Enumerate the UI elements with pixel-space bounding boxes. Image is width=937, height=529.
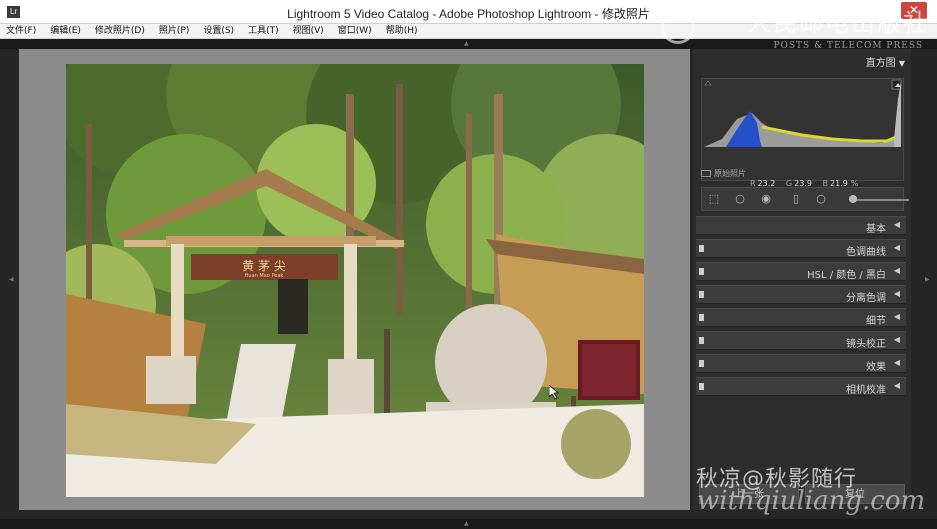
menu-item[interactable]: 修改照片(D) [93,24,147,38]
panel-section-header[interactable]: 镜头校正 ◀ [696,331,906,350]
panel-switch-icon[interactable] [699,291,704,298]
collapse-left-icon[interactable]: ◀ [9,275,14,285]
shadow-clipping-icon [704,80,712,86]
brush-slider-knob[interactable] [849,195,857,203]
publisher-watermark: 人民邮电出版社 [747,9,929,37]
sign-chinese-text: 黄 茅 尖 [242,259,286,273]
brush-slider-track[interactable] [855,199,909,201]
graduated-filter-icon[interactable]: ▯ [790,193,802,205]
expand-arrow-icon[interactable]: ◀ [894,220,900,229]
collapse-arrow-icon: ▼ [898,59,905,68]
tool-strip: ⬚ ○ ◉ ▯ ○ [701,187,909,211]
menu-item[interactable]: 文件(F) [4,24,38,38]
sign-pinyin-text: Huan Mao Peak [245,273,284,279]
menu-item[interactable]: 窗口(W) [336,24,374,38]
mouse-cursor [549,385,559,400]
expand-arrow-icon[interactable]: ◀ [894,335,900,344]
panel-section-header[interactable]: 基本 ◀ [696,216,906,235]
expand-arrow-icon[interactable]: ◀ [894,266,900,275]
crop-tool-icon[interactable]: ⬚ [708,193,720,205]
panel-switch-icon[interactable] [699,383,704,390]
collapse-top-icon[interactable]: ▲ [464,39,469,49]
panel-section-header[interactable]: 色调曲线 ◀ [696,239,906,258]
expand-arrow-icon[interactable]: ◀ [894,289,900,298]
panel-section-label: HSL / 颜色 / 黑白 [807,270,886,281]
panel-section-header[interactable]: 细节 ◀ [696,308,906,327]
panel-section-label: 分离色调 [846,293,886,304]
panel-section-label: 效果 [866,362,886,373]
right-panel: 直方图 ▼ R 23.2 G 23.9 B 21.9% 原始照片 ⬚ ○ ◉ ▯ ○ … [693,49,911,510]
expand-arrow-icon[interactable]: ◀ [894,312,900,321]
original-photo-toggle[interactable]: 原始照片 [701,168,746,179]
expand-arrow-icon[interactable]: ◀ [894,358,900,367]
menu-item[interactable]: 设置(S) [201,24,236,38]
expand-arrow-icon[interactable]: ◀ [894,243,900,252]
bottom-panel-toggle[interactable]: ▲ [0,519,937,529]
panel-switch-icon[interactable] [699,245,704,252]
menu-item[interactable]: 照片(P) [157,24,191,38]
menu-item[interactable]: 工具(T) [246,24,281,38]
panel-section-label: 镜头校正 [846,339,886,350]
publisher-logo-watermark [661,10,695,44]
panel-switch-icon[interactable] [699,360,704,367]
expand-arrow-icon[interactable]: ◀ [894,381,900,390]
collapse-right-icon[interactable]: ▶ [925,275,930,285]
publisher-en-watermark: POSTS & TELECOM PRESS [773,41,923,51]
histogram-header[interactable]: 直方图 ▼ [866,54,905,69]
menu-item[interactable]: 帮助(H) [384,24,420,38]
panel-section-label: 色调曲线 [846,247,886,258]
spot-removal-icon[interactable]: ○ [734,193,746,205]
panel-section-header[interactable]: 分离色调 ◀ [696,285,906,304]
radial-filter-icon[interactable]: ○ [815,193,827,205]
histogram[interactable]: R 23.2 G 23.9 B 21.9% [701,78,904,188]
panel-section-label: 基本 [866,224,886,235]
panel-section-label: 相机校准 [846,385,886,396]
menu-item[interactable]: 编辑(E) [48,24,83,38]
panel-switch-icon[interactable] [699,268,704,275]
main-photo[interactable]: 黄 茅 尖 Huan Mao Peak [66,64,644,497]
site-watermark: withqiuliang.com [697,486,926,516]
panel-switch-icon[interactable] [699,314,704,321]
red-eye-icon[interactable]: ◉ [760,193,772,205]
panel-section-label: 细节 [866,316,886,327]
menu-item[interactable]: 视图(V) [291,24,326,38]
panel-switch-icon[interactable] [699,337,704,344]
panel-section-header[interactable]: 相机校准 ◀ [696,377,906,396]
panel-section-header[interactable]: 效果 ◀ [696,354,906,373]
collapse-bottom-icon[interactable]: ▲ [464,519,469,529]
highlight-clipping-icon [891,79,902,90]
panel-section-header[interactable]: HSL / 颜色 / 黑白 ◀ [696,262,906,281]
